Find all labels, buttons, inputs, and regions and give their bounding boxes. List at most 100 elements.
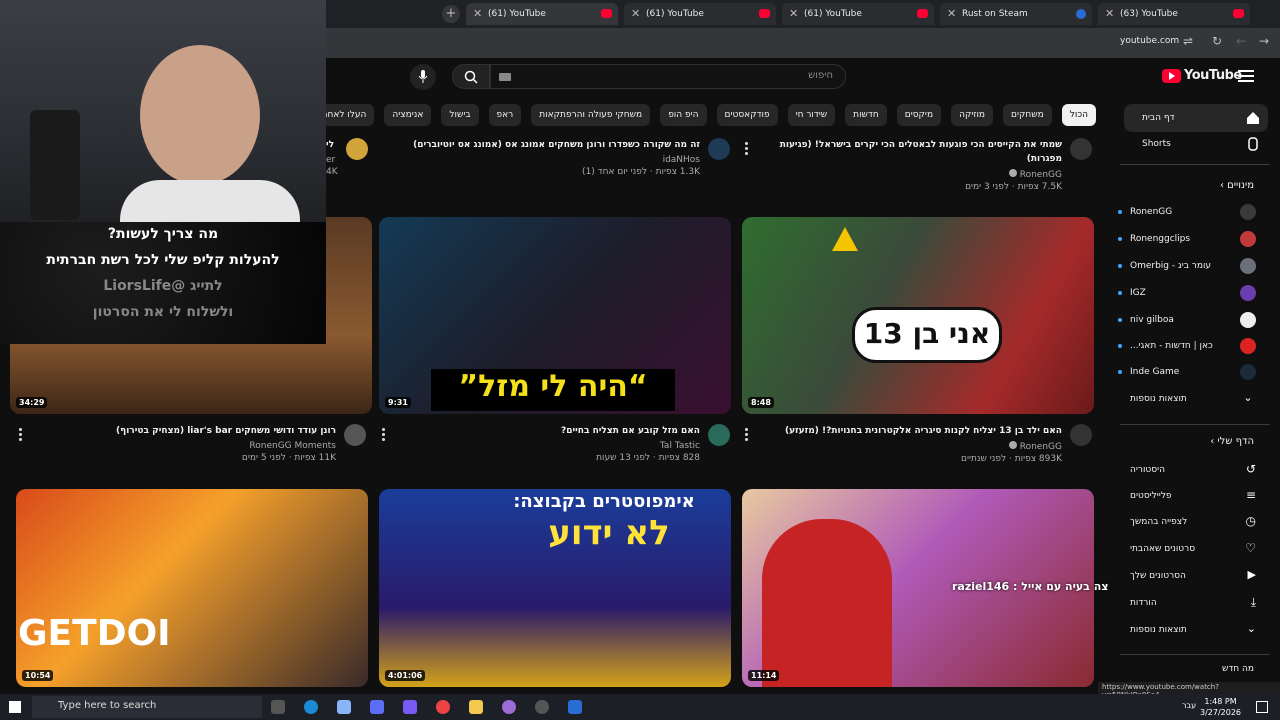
video-meta: זה מה שקורה כשפדרו ורונן משחקים אמונג אס… — [400, 138, 700, 177]
video-title[interactable]: זה מה שקורה כשפדרו ורונן משחקים אמונג אס… — [400, 138, 700, 152]
channel-avatar[interactable] — [1070, 138, 1092, 160]
more-options-icon[interactable] — [745, 142, 749, 157]
close-icon[interactable]: ✕ — [789, 7, 798, 20]
steam-icon[interactable] — [568, 700, 582, 714]
back-icon[interactable]: ← — [1236, 34, 1246, 48]
subscription-item[interactable]: כאן | חדשות - תאגי... — [1112, 336, 1262, 356]
chip[interactable]: שידור חי — [787, 104, 836, 126]
site-settings-icon[interactable]: ⇌ — [1183, 34, 1193, 48]
video-title[interactable]: רונן עודד ודושי משחקים liar's bar (מצחיק… — [40, 424, 336, 438]
video-thumbnail[interactable]: אני בן 13 8:48 — [742, 217, 1094, 414]
notifications-icon[interactable] — [1256, 701, 1268, 713]
channel-name[interactable]: idaNHos — [400, 155, 700, 165]
tab-youtube-2[interactable]: ✕ (61) YouTube — [624, 3, 776, 25]
chip-all[interactable]: הכול — [1061, 104, 1096, 126]
edge-icon[interactable] — [304, 700, 318, 714]
video-thumbnail[interactable]: GETDOI 10:54 — [16, 489, 368, 687]
sidebar-show-more[interactable]: ⌄ תוצאות נוספות — [1112, 620, 1262, 640]
video-title[interactable]: האם מזל קובע אם תצליח בחיים? — [400, 424, 700, 438]
close-icon[interactable]: ✕ — [631, 7, 640, 20]
video-title[interactable]: האם ילד בן 13 יצליח לקנות סיגריה אלקטרונ… — [760, 424, 1062, 438]
you-heading[interactable]: הדף שלי › — [1210, 436, 1254, 447]
subscriptions-heading[interactable]: מינויים › — [1220, 180, 1254, 191]
close-icon[interactable]: ✕ — [473, 7, 482, 20]
tab-youtube-1[interactable]: ✕ (61) YouTube — [466, 3, 618, 25]
clock[interactable]: 1:48 PM 3/27/2026 — [1200, 696, 1241, 718]
chip[interactable]: אנימציה — [384, 104, 432, 126]
store-icon[interactable] — [337, 700, 351, 714]
tab-rust-steam[interactable]: ✕ Rust on Steam — [940, 3, 1092, 25]
video-thumbnail[interactable]: אימפוסטרים בקבוצה: לא ידוע 4:01:06 — [379, 489, 731, 687]
tab-youtube-3[interactable]: ✕ (61) YouTube — [782, 3, 934, 25]
more-options-icon[interactable] — [382, 428, 386, 443]
channel-name[interactable]: er — [326, 155, 340, 165]
channel-name[interactable]: RonenGG — [760, 441, 1062, 452]
sidebar-item-playlists[interactable]: ≡ פלייליסטים — [1112, 486, 1262, 506]
more-options-icon[interactable] — [19, 428, 23, 443]
sidebar-item-downloads[interactable]: ⤓ הורדות — [1112, 593, 1262, 613]
sidebar-item-your-videos[interactable]: ▶ הסרטונים שלך — [1112, 566, 1262, 586]
sidebar-item-liked[interactable]: ♡ סרטונים שאהבתי — [1112, 539, 1262, 559]
new-tab-button[interactable]: + — [442, 5, 460, 23]
reload-icon[interactable]: ↻ — [1212, 34, 1222, 48]
subscription-item[interactable]: Inde Game — [1112, 362, 1262, 382]
new-content-dot — [1118, 237, 1122, 241]
forward-icon[interactable]: → — [1259, 34, 1269, 48]
keyboard-icon[interactable] — [499, 73, 511, 81]
file-explorer-icon[interactable] — [469, 700, 483, 714]
sidebar-item-watch-later[interactable]: ◷ לצפייה בהמשך — [1112, 512, 1262, 532]
search-button[interactable] — [452, 64, 490, 89]
youtube-logo[interactable]: YouTube — [1162, 68, 1242, 83]
video-title[interactable]: לי — [326, 138, 340, 152]
video-icon: ▶ — [1247, 568, 1256, 581]
video-title[interactable]: שמתי את הקייסים הכי פוגעות לבאטלים הכי י… — [760, 138, 1062, 166]
subscription-item[interactable]: עומר ביג - Omerbig — [1112, 256, 1262, 276]
show-more-subscriptions[interactable]: ⌄ תוצאות נוספות — [1112, 389, 1262, 409]
windows-start-icon[interactable] — [9, 701, 21, 713]
channel-name[interactable]: Tal Tastic — [400, 441, 700, 451]
channel-name[interactable]: RonenGG Moments — [40, 441, 336, 451]
channel-avatar[interactable] — [708, 424, 730, 446]
discord-icon[interactable] — [502, 700, 516, 714]
playlist-icon: ≡ — [1245, 488, 1256, 502]
thumbnail-text: אני בן 13 — [863, 317, 991, 350]
close-icon[interactable]: ✕ — [947, 7, 956, 20]
copilot-icon[interactable] — [370, 700, 384, 714]
chip[interactable]: מיקסים — [896, 104, 942, 126]
language-indicator[interactable]: עבר — [1182, 701, 1196, 710]
search-input[interactable]: חיפוש — [490, 64, 846, 89]
chip[interactable]: ראפ — [488, 104, 522, 126]
chip[interactable]: משחקי פעולה והרפתקאות — [531, 104, 651, 126]
video-thumbnail[interactable]: “היה לי מזל” 9:31 — [379, 217, 731, 414]
tab-youtube-4[interactable]: ✕ (63) YouTube — [1098, 3, 1250, 25]
chip[interactable]: משחקים — [1003, 104, 1052, 126]
chip[interactable]: העלו לאחרונה — [326, 104, 375, 126]
subscription-item[interactable]: IGZ — [1112, 283, 1262, 303]
chip[interactable]: חדשות — [845, 104, 887, 126]
obs-icon[interactable] — [535, 700, 549, 714]
channel-avatar[interactable] — [346, 138, 368, 160]
sidebar-item-home[interactable]: דף הבית — [1124, 104, 1268, 132]
taskbar-search[interactable]: Type here to search — [32, 696, 262, 718]
chrome-icon[interactable] — [436, 700, 450, 714]
app-icon[interactable] — [403, 700, 417, 714]
chip[interactable]: בישול — [441, 104, 479, 126]
channel-name[interactable]: RonenGG — [760, 169, 1062, 180]
chip[interactable]: היפ הופ — [660, 104, 707, 126]
subscription-item[interactable]: RonenGG — [1112, 202, 1262, 222]
channel-avatar[interactable] — [344, 424, 366, 446]
video-stats: 11K צפיות · לפני 5 ימים — [241, 453, 336, 463]
chip[interactable]: פודקאסטים — [716, 104, 778, 126]
close-icon[interactable]: ✕ — [1105, 7, 1114, 20]
subscription-item[interactable]: niv gilboa — [1112, 310, 1262, 330]
channel-avatar[interactable] — [1070, 424, 1092, 446]
task-view-icon[interactable] — [271, 700, 285, 714]
voice-search-button[interactable] — [410, 64, 436, 90]
url-text[interactable]: youtube.com — [1120, 36, 1179, 46]
more-options-icon[interactable] — [745, 428, 749, 443]
chip[interactable]: מוזיקה — [951, 104, 994, 126]
channel-avatar[interactable] — [708, 138, 730, 160]
sidebar-item-history[interactable]: ↺ היסטוריה — [1112, 460, 1262, 480]
sidebar-item-shorts[interactable]: Shorts — [1124, 130, 1268, 158]
subscription-item[interactable]: Ronenggclips — [1112, 229, 1262, 249]
